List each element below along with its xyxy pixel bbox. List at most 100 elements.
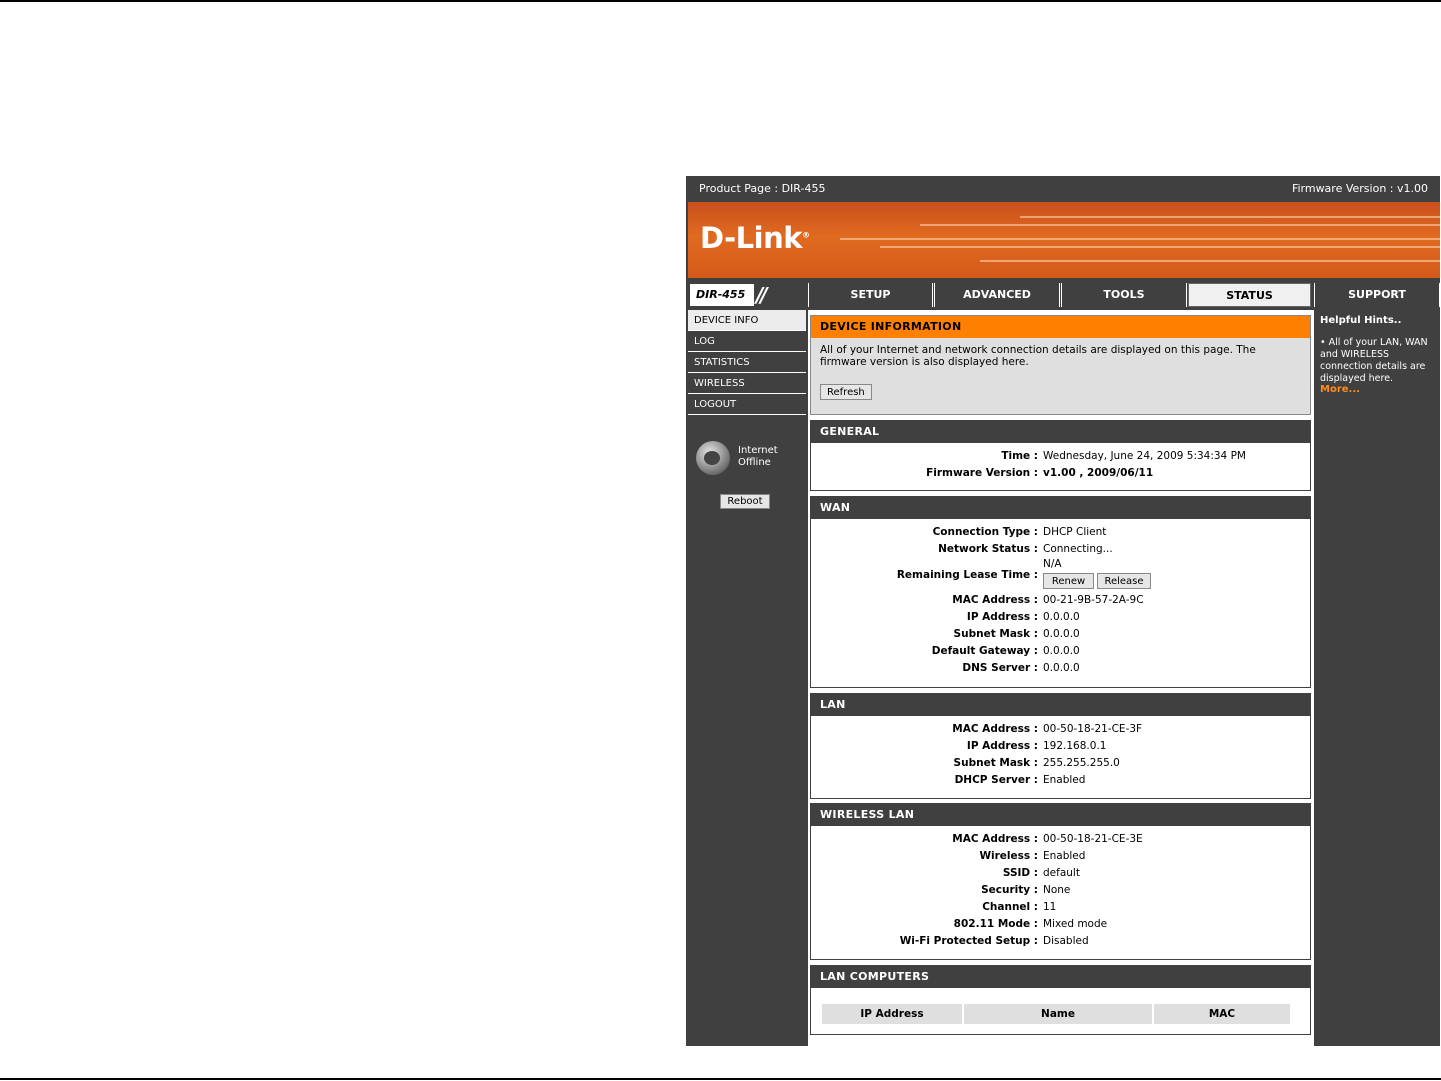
sidebar-item-wireless[interactable]: WIRELESS (688, 373, 806, 394)
section-title: LAN COMPUTERS (811, 966, 1310, 988)
row-wlan-wireless: Wireless : Enabled (811, 848, 1310, 865)
internet-status-line1: Internet (738, 445, 778, 456)
tab-setup[interactable]: SETUP (808, 283, 933, 307)
section-title: DEVICE INFORMATION (811, 316, 1310, 338)
row-connection-type: Connection Type : DHCP Client (811, 524, 1310, 541)
row-wlan-wps: Wi-Fi Protected Setup : Disabled (811, 933, 1310, 950)
reboot-button[interactable]: Reboot (720, 494, 770, 509)
value: 255.255.255.0 (1043, 757, 1120, 769)
row-lease-time: Remaining Lease Time : N/A Renew Release (811, 558, 1310, 594)
section-title: LAN (811, 694, 1310, 716)
row-wlan-channel: Channel : 11 (811, 899, 1310, 916)
column-header: Name (964, 1004, 1152, 1024)
value: 192.168.0.1 (1043, 740, 1107, 752)
refresh-button[interactable]: Refresh (820, 384, 872, 400)
label: DHCP Server : (954, 774, 1038, 786)
renew-button[interactable]: Renew (1043, 573, 1094, 589)
label: MAC Address : (952, 723, 1038, 735)
label: Security : (981, 884, 1038, 896)
sidebar-menu: DEVICE INFO LOG STATISTICS WIRELESS LOGO… (688, 310, 806, 415)
section-title: WIRELESS LAN (811, 804, 1310, 826)
row-wlan-mac: MAC Address : 00-50-18-21-CE-3E (811, 831, 1310, 848)
row-wan-mask: Subnet Mask : 0.0.0.0 (811, 626, 1310, 643)
value: N/A (1043, 558, 1062, 570)
row-lan-ip: IP Address : 192.168.0.1 (811, 738, 1310, 755)
device-info-description: All of your Internet and network connect… (820, 344, 1256, 368)
value: None (1043, 884, 1071, 896)
top-bar: Product Page : DIR-455 Firmware Version … (686, 176, 1440, 200)
value: 00-50-18-21-CE-3E (1043, 833, 1143, 845)
value: Wednesday, June 24, 2009 5:34:34 PM (1043, 450, 1246, 462)
bottom-rule (0, 1078, 1441, 1080)
internet-status-line2: Offline (738, 457, 771, 468)
section-title: WAN (811, 497, 1310, 519)
tab-status[interactable]: STATUS (1188, 283, 1311, 307)
row-network-status: Network Status : Connecting... (811, 541, 1310, 558)
row-lan-mac: MAC Address : 00-50-18-21-CE-3F (811, 721, 1310, 738)
label: Subnet Mask : (953, 628, 1038, 640)
banner-streak (980, 260, 1440, 262)
column-header: MAC (1154, 1004, 1290, 1024)
value: v1.00 , 2009/06/11 (1043, 467, 1154, 479)
label: Firmware Version : (926, 467, 1038, 479)
release-button[interactable]: Release (1097, 573, 1151, 589)
firmware-version-label: Firmware Version : v1.00 (1291, 182, 1428, 195)
column-header: IP Address (822, 1004, 962, 1024)
label: Channel : (982, 901, 1038, 913)
label: Connection Type : (932, 526, 1038, 538)
value: Mixed mode (1043, 918, 1108, 930)
hints-title: Helpful Hints.. (1320, 315, 1402, 326)
general-section: GENERAL Time : Wednesday, June 24, 2009 … (810, 420, 1311, 491)
label: 802.11 Mode : (953, 918, 1038, 930)
hints-body: • All of your LAN, WAN and WIRELESS conn… (1320, 337, 1428, 384)
label: Wireless : (979, 850, 1038, 862)
wan-section: WAN Connection Type : DHCP Client Networ… (810, 496, 1311, 688)
sidebar-item-device-info[interactable]: DEVICE INFO (688, 310, 806, 331)
tab-tools[interactable]: TOOLS (1061, 283, 1187, 307)
label: DNS Server : (962, 662, 1038, 674)
lan-computers-section: LAN COMPUTERS IP Address Name MAC (810, 965, 1311, 1035)
table-header-row: IP Address Name MAC (822, 1004, 1290, 1024)
sidebar-item-logout[interactable]: LOGOUT (688, 394, 806, 415)
row-wan-mac: MAC Address : 00-21-9B-57-2A-9C (811, 592, 1310, 609)
row-lan-dhcp: DHCP Server : Enabled (811, 772, 1310, 789)
section-title: GENERAL (811, 421, 1310, 443)
model-name: DIR-455 (690, 284, 754, 306)
label: Network Status : (938, 543, 1038, 555)
row-wan-dns: DNS Server : 0.0.0.0 (811, 660, 1310, 677)
row-wlan-security: Security : None (811, 882, 1310, 899)
banner-streak (840, 238, 1440, 240)
label: Default Gateway : (931, 645, 1038, 657)
model-slashes: // (756, 283, 767, 307)
value: 0.0.0.0 (1043, 611, 1080, 623)
label: MAC Address : (952, 833, 1038, 845)
value: Disabled (1043, 935, 1089, 947)
row-lan-mask: Subnet Mask : 255.255.255.0 (811, 755, 1310, 772)
row-wan-ip: IP Address : 0.0.0.0 (811, 609, 1310, 626)
label: IP Address : (966, 611, 1038, 623)
product-page-label: Product Page : DIR-455 (699, 182, 826, 195)
sidebar-item-statistics[interactable]: STATISTICS (688, 352, 806, 373)
value: Enabled (1043, 774, 1086, 786)
banner-streak (1020, 216, 1440, 218)
label: MAC Address : (952, 594, 1038, 606)
more-link[interactable]: More... (1320, 384, 1360, 395)
internet-status: Internet Offline (738, 445, 778, 469)
lan-section: LAN MAC Address : 00-50-18-21-CE-3F IP A… (810, 693, 1311, 799)
sidebar-item-log[interactable]: LOG (688, 331, 806, 352)
value: 11 (1043, 901, 1057, 913)
value: DHCP Client (1043, 526, 1107, 538)
device-information-section: DEVICE INFORMATION All of your Internet … (810, 315, 1311, 415)
label: Time : (1001, 450, 1038, 462)
label: SSID : (1002, 867, 1038, 879)
value: Enabled (1043, 850, 1086, 862)
value: 0.0.0.0 (1043, 662, 1080, 674)
tab-advanced[interactable]: ADVANCED (934, 283, 1060, 307)
banner-streak (920, 224, 1440, 226)
row-wlan-mode: 802.11 Mode : Mixed mode (811, 916, 1310, 933)
wireless-lan-section: WIRELESS LAN MAC Address : 00-50-18-21-C… (810, 803, 1311, 960)
tab-support[interactable]: SUPPORT (1314, 283, 1440, 307)
value: 0.0.0.0 (1043, 645, 1080, 657)
label: Remaining Lease Time : (896, 569, 1038, 581)
row-firmware: Firmware Version : v1.00 , 2009/06/11 (811, 465, 1310, 482)
